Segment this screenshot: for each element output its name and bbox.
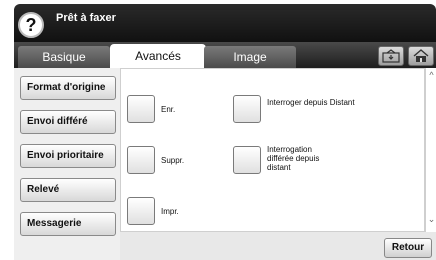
menu-messagerie[interactable]: Messagerie <box>20 212 116 236</box>
options-panel: Enr. Suppr. Impr. Interroger depuis Dist… <box>120 68 436 260</box>
help-icon[interactable]: ? <box>18 12 44 38</box>
interroger-button[interactable] <box>233 95 261 123</box>
menu-envoi-prioritaire[interactable]: Envoi prioritaire <box>20 144 116 168</box>
menu-envoi-differe[interactable]: Envoi différé <box>20 110 116 134</box>
footer-bar: Retour <box>120 232 436 260</box>
fax-box-icon <box>382 49 400 63</box>
tab-avances[interactable]: Avancés <box>110 44 206 68</box>
home-icon <box>413 49 429 62</box>
left-menu: Format d'origine Envoi différé Envoi pri… <box>14 68 120 260</box>
impr-button[interactable] <box>127 197 155 225</box>
suppr-button[interactable] <box>127 146 155 174</box>
tab-image[interactable]: Image <box>204 46 296 68</box>
interroger-label: Interroger depuis Distant <box>267 98 355 107</box>
retour-button[interactable]: Retour <box>384 238 432 258</box>
enr-label: Enr. <box>161 105 176 114</box>
scroll-up-icon[interactable]: ^ <box>426 70 436 84</box>
impr-label: Impr. <box>161 207 179 216</box>
tab-bar: Basique Avancés Image <box>14 42 436 68</box>
page-title: Prêt à faxer <box>56 12 116 24</box>
scroll-down-icon[interactable]: ⌄ <box>426 214 436 228</box>
enr-button[interactable] <box>127 95 155 123</box>
interrogation-differee-label: Interrogation différée depuis distant <box>267 145 320 172</box>
tab-basique[interactable]: Basique <box>18 46 110 68</box>
menu-format-origine[interactable]: Format d'origine <box>20 76 116 100</box>
header-bar: ? Prêt à faxer <box>14 4 436 42</box>
fax-box-button[interactable] <box>378 46 404 66</box>
menu-releve[interactable]: Relevé <box>20 178 116 202</box>
suppr-label: Suppr. <box>161 156 185 165</box>
home-button[interactable] <box>408 46 434 66</box>
options-list: Enr. Suppr. Impr. Interroger depuis Dist… <box>120 68 425 232</box>
scrollbar[interactable]: ^ ⌄ <box>425 68 436 232</box>
interrogation-differee-button[interactable] <box>233 146 261 174</box>
fax-screen: ? Prêt à faxer Basique Avancés Image For… <box>14 4 436 260</box>
